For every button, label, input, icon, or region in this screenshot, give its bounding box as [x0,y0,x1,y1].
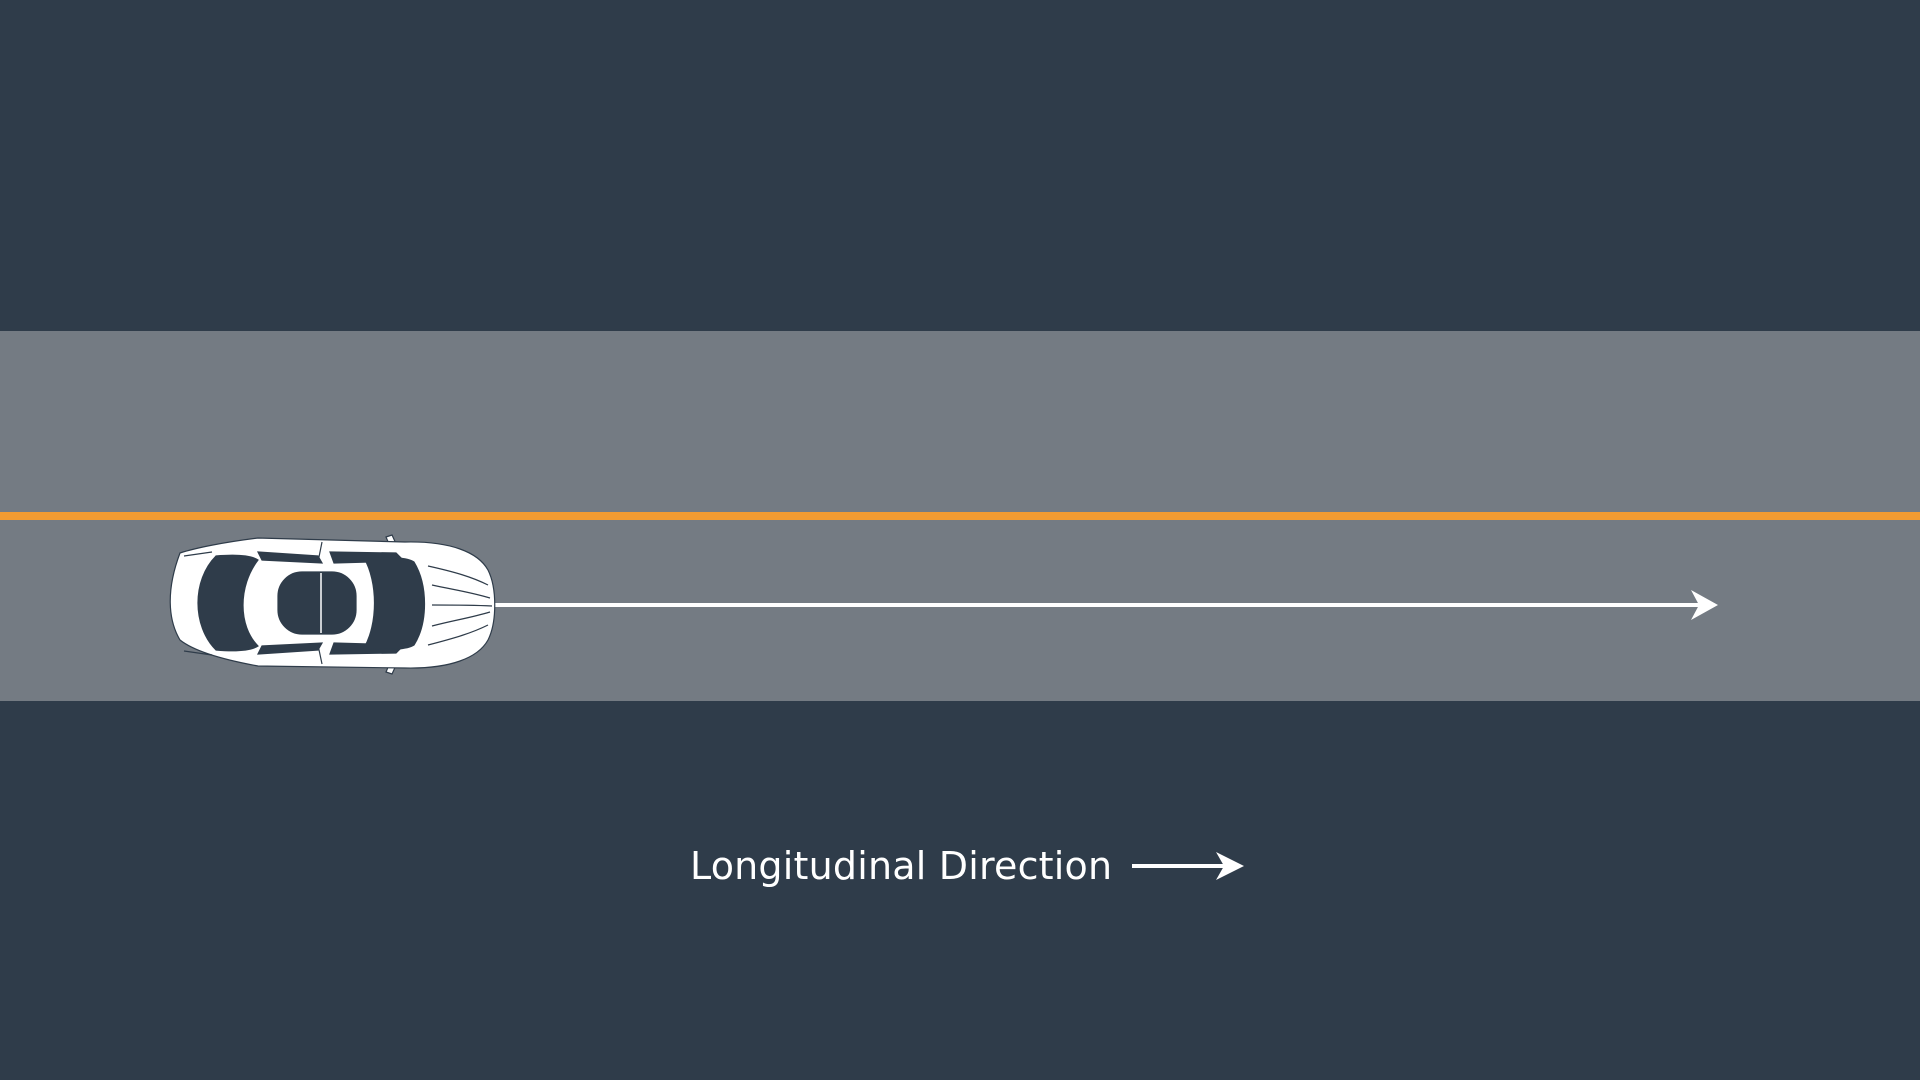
car-top-view-icon [169,534,496,675]
caption: Longitudinal Direction [690,838,1245,894]
diagram-scene: Longitudinal Direction [0,0,1920,1080]
diagram-overlay [169,534,1718,675]
arrow-right-icon [1132,852,1245,880]
caption-label: Longitudinal Direction [690,844,1113,888]
car-sunroof [277,571,357,635]
long-arrow-right-icon [495,590,1718,620]
